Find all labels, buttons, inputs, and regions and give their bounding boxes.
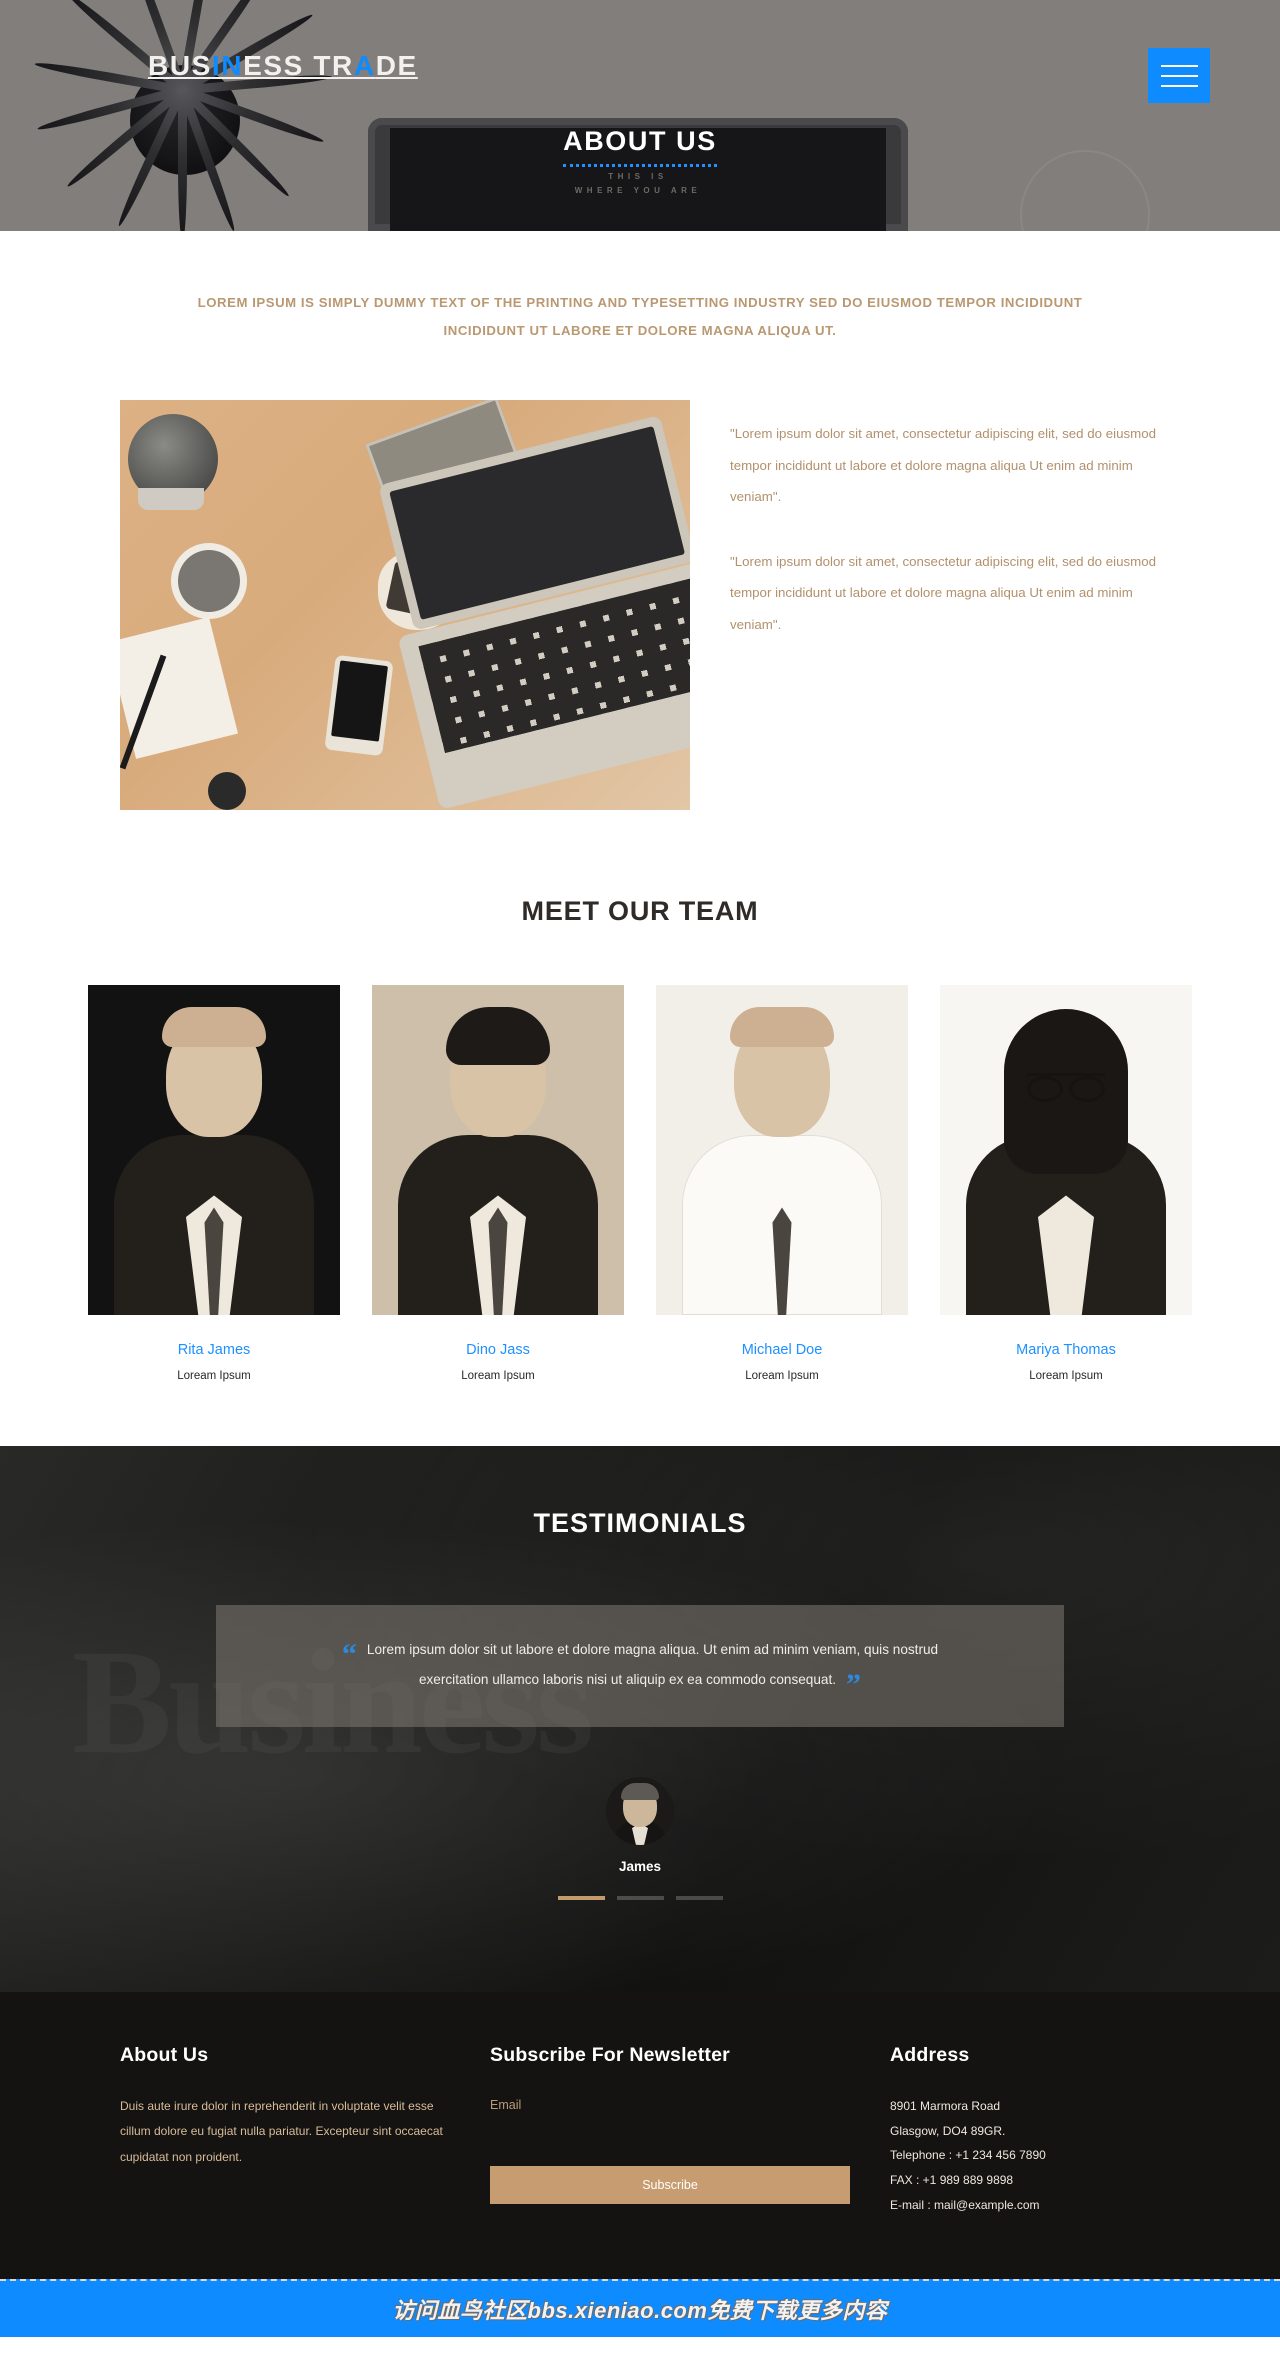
logo-text-part4: A [353, 50, 376, 81]
about-paragraphs: "Lorem ipsum dolor sit amet, consectetur… [730, 400, 1160, 810]
watermark-bar: 访问血鸟社区bbs.xieniao.com免费下载更多内容 [0, 2279, 1280, 2338]
team-member-role: Loream Ipsum [177, 1370, 251, 1383]
page-title: ABOUT US [563, 126, 717, 167]
email-input[interactable] [490, 2094, 850, 2123]
footer-columns: About Us Duis aute irure dolor in repreh… [60, 2044, 1220, 2217]
testimonial-author-name: James [618, 1859, 662, 1875]
address-line-street: 8901 Marmora Road [890, 2099, 1001, 2114]
testimonial-author-block: James [0, 1777, 1280, 1901]
carousel-indicator-3[interactable] [675, 1896, 723, 1901]
team-grid: Rita James Loream Ipsum Dino Jass Loream… [60, 985, 1220, 1382]
logo-text-part2: IN [211, 50, 244, 81]
hamburger-icon-bar-2 [1160, 74, 1198, 77]
about-image [120, 400, 690, 811]
about-heading: LOREM IPSUM IS SIMPLY DUMMY TEXT OF THE … [80, 289, 1200, 344]
page-title-wrapper: ABOUT US [0, 126, 1280, 167]
quote-open-icon: “ [341, 1638, 357, 1672]
laptop-screen-line2: WHERE YOU ARE [574, 185, 702, 195]
team-member-role: Loream Ipsum [745, 1370, 819, 1383]
footer-about-text: Duis aute irure dolor in reprehenderit i… [120, 2099, 443, 2164]
watermark-text: 访问血鸟社区bbs.xieniao.com免费下载更多内容 [392, 2298, 888, 2324]
team-member-card[interactable]: Dino Jass Loream Ipsum [372, 985, 624, 1382]
laptop-screen-line1: THIS IS [608, 172, 668, 181]
quote-close-icon: ” [846, 1668, 862, 1702]
address-line-email: E-mail : mail@example.com [890, 2197, 1040, 2212]
address-line-telephone: Telephone : +1 234 456 7890 [890, 2148, 1046, 2163]
team-member-card[interactable]: Michael Doe Loream Ipsum [656, 985, 908, 1382]
logo-text-part1: BUS [148, 50, 212, 81]
team-member-name[interactable]: Mariya Thomas [940, 1342, 1192, 1358]
testimonials-title: TESTIMONIALS [533, 1508, 747, 1539]
team-member-role: Loream Ipsum [1029, 1370, 1103, 1383]
testimonial-quote-line1: Lorem ipsum dolor sit ut labore et dolor… [366, 1642, 939, 1658]
site-footer: About Us Duis aute irure dolor in repreh… [0, 1992, 1280, 2280]
hero-header: THIS IS WHERE YOU ARE BUSINESS TRADE ABO… [0, 0, 1280, 231]
avatar [606, 1777, 674, 1846]
team-member-name[interactable]: Michael Doe [656, 1342, 908, 1358]
hamburger-icon-bar-3 [1160, 84, 1198, 87]
carousel-indicator-1[interactable] [557, 1896, 605, 1901]
logo-text-part3: ESS TR [243, 50, 354, 81]
site-logo[interactable]: BUSINESS TRADE [148, 50, 418, 82]
team-member-card[interactable]: Mariya Thomas Loream Ipsum [940, 985, 1192, 1382]
decorative-plant-graphic [33, 0, 333, 231]
hamburger-menu-button[interactable] [1148, 48, 1210, 103]
address-line-fax: FAX : +1 989 889 9898 [890, 2173, 1014, 2188]
footer-about-column: About Us Duis aute irure dolor in repreh… [120, 2044, 450, 2217]
team-member-photo [656, 985, 908, 1316]
footer-address-column: Address 8901 Marmora Road Glasgow, DO4 8… [890, 2044, 1160, 2217]
footer-address-title: Address [890, 2044, 970, 2067]
team-member-photo [372, 985, 624, 1316]
about-heading-line1: LOREM IPSUM IS SIMPLY DUMMY TEXT OF THE … [197, 295, 1083, 310]
team-member-card[interactable]: Rita James Loream Ipsum [88, 985, 340, 1382]
testimonials-section: Business TESTIMONIALS “Lorem ipsum dolor… [0, 1446, 1280, 1993]
footer-about-title: About Us [120, 2044, 209, 2067]
team-section: MEET OUR TEAM Rita James Loream Ipsum Di… [0, 810, 1280, 1447]
address-line-city: Glasgow, DO4 89GR. [890, 2123, 1006, 2138]
about-paragraph-1: "Lorem ipsum dolor sit amet, consectetur… [730, 426, 1156, 504]
subscribe-button[interactable]: Subscribe [490, 2166, 850, 2205]
team-member-name[interactable]: Rita James [88, 1342, 340, 1358]
team-member-photo [940, 985, 1192, 1316]
footer-newsletter-column: Subscribe For Newsletter Subscribe [490, 2044, 850, 2217]
testimonial-quote-line2: exercitation ullamco laboris nisi ut ali… [418, 1672, 837, 1688]
about-section: LOREM IPSUM IS SIMPLY DUMMY TEXT OF THE … [0, 231, 1280, 811]
footer-newsletter-title: Subscribe For Newsletter [490, 2044, 730, 2067]
team-member-role: Loream Ipsum [461, 1370, 535, 1383]
about-content-row: "Lorem ipsum dolor sit amet, consectetur… [60, 400, 1220, 811]
hamburger-icon-bar-1 [1160, 64, 1198, 67]
team-member-name[interactable]: Dino Jass [372, 1342, 624, 1358]
team-member-photo [88, 985, 340, 1316]
testimonial-quote-box: “ Lorem ipsum dolor sit ut labore et dolo… [216, 1605, 1064, 1728]
about-paragraph-2: "Lorem ipsum dolor sit amet, consectetur… [730, 554, 1156, 632]
logo-text-part5: DE [375, 50, 418, 81]
about-heading-line2: INCIDIDUNT UT LABORE ET DOLORE MAGNA ALI… [443, 322, 837, 338]
carousel-indicators[interactable] [0, 1896, 1280, 1901]
team-title: MEET OUR TEAM [521, 896, 759, 927]
carousel-indicator-2[interactable] [616, 1896, 664, 1901]
